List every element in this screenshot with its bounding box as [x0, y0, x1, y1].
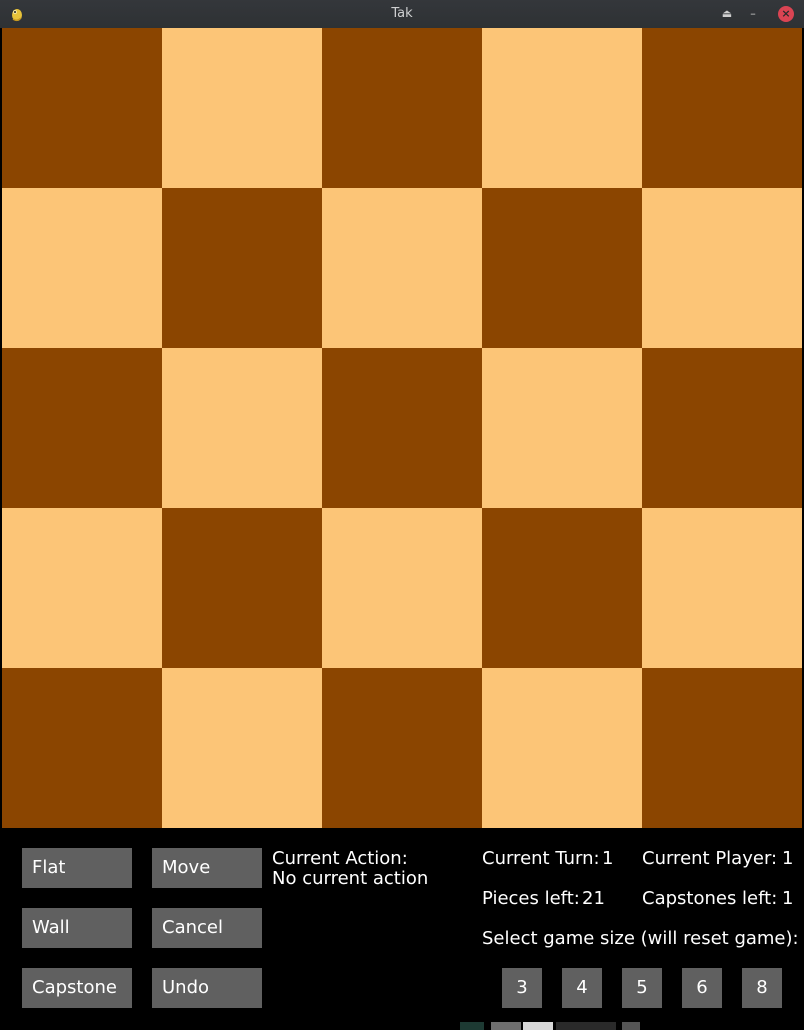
size-5-button[interactable]: 5: [622, 968, 662, 1008]
current-player-label: Current Player:: [642, 848, 778, 869]
board-square[interactable]: [482, 508, 642, 668]
current-turn-value: 1: [602, 848, 614, 869]
window-title: Tak: [391, 6, 413, 21]
taskbar-fragment: [460, 1022, 760, 1030]
size-8-button[interactable]: 8: [742, 968, 782, 1008]
board-square[interactable]: [2, 668, 162, 828]
board-square[interactable]: [482, 28, 642, 188]
game-board[interactable]: [2, 28, 802, 828]
board-square[interactable]: [642, 188, 802, 348]
size-3-button[interactable]: 3: [502, 968, 542, 1008]
capstones-left-value: 1: [782, 888, 794, 909]
undo-button[interactable]: Undo: [152, 968, 262, 1008]
size-6-button[interactable]: 6: [682, 968, 722, 1008]
board-square[interactable]: [482, 348, 642, 508]
current-player-value: 1: [782, 848, 794, 869]
keep-above-icon[interactable]: ⏏: [719, 6, 735, 22]
board-square[interactable]: [482, 668, 642, 828]
window-titlebar[interactable]: Tak ⏏ – ×: [0, 0, 804, 28]
board-square[interactable]: [482, 188, 642, 348]
capstones-left-label: Capstones left:: [642, 888, 778, 909]
pieces-left-value: 21: [582, 888, 605, 909]
flat-button[interactable]: Flat: [22, 848, 132, 888]
board-square[interactable]: [2, 188, 162, 348]
current-action-value: No current action: [272, 868, 429, 889]
size-4-button[interactable]: 4: [562, 968, 602, 1008]
board-square[interactable]: [162, 28, 322, 188]
board-square[interactable]: [2, 348, 162, 508]
close-icon[interactable]: ×: [778, 6, 794, 22]
board-square[interactable]: [642, 508, 802, 668]
current-action-label: Current Action:: [272, 848, 408, 869]
board-square[interactable]: [642, 348, 802, 508]
board-square[interactable]: [2, 508, 162, 668]
board-square[interactable]: [322, 188, 482, 348]
board-square[interactable]: [642, 28, 802, 188]
board-square[interactable]: [642, 668, 802, 828]
cancel-button[interactable]: Cancel: [152, 908, 262, 948]
current-turn-label: Current Turn:: [482, 848, 600, 869]
size-prompt: Select game size (will reset game):: [482, 928, 799, 949]
board-square[interactable]: [2, 28, 162, 188]
capstone-button[interactable]: Capstone: [22, 968, 132, 1008]
minimize-icon[interactable]: –: [745, 6, 761, 22]
wall-button[interactable]: Wall: [22, 908, 132, 948]
board-square[interactable]: [322, 348, 482, 508]
pieces-left-label: Pieces left:: [482, 888, 580, 909]
board-square[interactable]: [322, 508, 482, 668]
board-square[interactable]: [322, 28, 482, 188]
board-square[interactable]: [162, 188, 322, 348]
board-square[interactable]: [322, 668, 482, 828]
board-square[interactable]: [162, 508, 322, 668]
board-square[interactable]: [162, 348, 322, 508]
board-square[interactable]: [162, 668, 322, 828]
move-button[interactable]: Move: [152, 848, 262, 888]
control-panel: Flat Move Wall Cancel Capstone Undo Curr…: [0, 828, 804, 1030]
